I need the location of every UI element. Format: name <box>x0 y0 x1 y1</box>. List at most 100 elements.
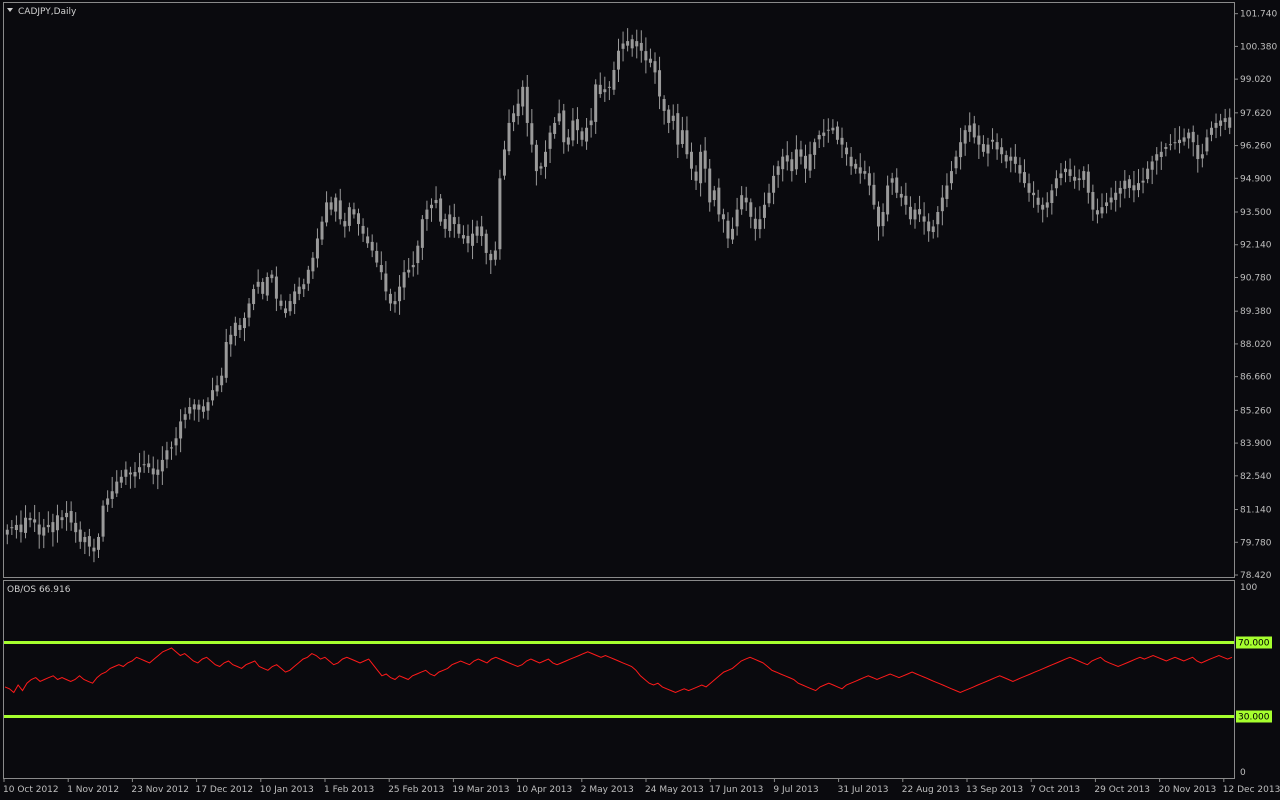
candle-body <box>1146 168 1150 180</box>
candle-body <box>498 178 502 250</box>
candle-body <box>1022 172 1026 184</box>
candle-body <box>14 524 18 531</box>
candle-body <box>1150 161 1154 170</box>
time-tick-label: 24 May 2013 <box>645 785 704 795</box>
candle-body <box>179 421 183 439</box>
candle-body <box>1168 144 1172 146</box>
candle-body <box>963 130 967 144</box>
candle-body <box>945 185 949 199</box>
price-tick-label: 86.660 <box>1240 373 1272 383</box>
candle-body <box>197 404 201 410</box>
candle-body <box>867 173 871 186</box>
candle-body <box>1073 176 1077 181</box>
candle-body <box>1082 171 1086 180</box>
candle-body <box>676 113 680 145</box>
time-tick-label: 22 Aug 2013 <box>902 785 960 795</box>
candle-body <box>699 151 703 184</box>
candle-body <box>138 467 142 473</box>
candle-body <box>252 289 256 305</box>
candle-body <box>785 155 789 162</box>
candle-body <box>398 286 402 302</box>
candle-body <box>1200 154 1204 159</box>
time-tick-label: 7 Oct 2013 <box>1030 785 1080 795</box>
candle-body <box>128 472 132 475</box>
candle-body <box>183 414 187 420</box>
candle-body <box>521 86 525 107</box>
candle-body <box>379 265 383 273</box>
candle-body <box>325 202 329 223</box>
candle-body <box>384 273 388 292</box>
candle-body <box>274 276 278 299</box>
candle-body <box>899 193 903 198</box>
time-tick-label: 1 Feb 2013 <box>324 785 374 795</box>
candle-body <box>571 120 575 141</box>
candle-body <box>539 166 543 169</box>
candle-body <box>101 505 105 537</box>
candle-body <box>475 226 479 236</box>
candle-body <box>343 221 347 227</box>
candle-body <box>388 293 392 304</box>
candle-body <box>904 195 908 205</box>
candle-body <box>712 190 716 201</box>
candle-body <box>42 527 46 536</box>
candle-body <box>83 536 87 543</box>
candle-body <box>493 250 497 260</box>
candle-body <box>772 175 776 193</box>
candle-body <box>78 529 82 542</box>
time-tick-label: 19 Mar 2013 <box>452 785 509 795</box>
candle-body <box>5 529 9 535</box>
candle-body <box>1159 151 1163 157</box>
candle-body <box>881 212 885 227</box>
candle-body <box>534 144 538 172</box>
candle-body <box>936 212 940 225</box>
candle-body <box>927 221 931 232</box>
candle-body <box>1041 204 1045 210</box>
price-tick-label: 97.620 <box>1240 109 1272 119</box>
candle-body <box>1187 132 1191 139</box>
candle-body <box>1068 169 1072 176</box>
price-tick-label: 90.780 <box>1240 273 1272 283</box>
candle-body <box>658 70 662 97</box>
candle-body <box>835 126 839 140</box>
candle-body <box>256 281 260 287</box>
candle-body <box>594 84 598 122</box>
candle-body <box>489 253 493 261</box>
price-tick-label: 89.380 <box>1240 307 1272 317</box>
candle-body <box>46 524 50 528</box>
candle-body <box>653 61 657 73</box>
candle-body <box>261 281 265 294</box>
candle-body <box>749 202 753 217</box>
time-tick-label: 31 Jul 2013 <box>838 785 889 795</box>
candle-body <box>51 522 55 533</box>
candle-body <box>1000 147 1004 155</box>
candle-body <box>434 199 438 204</box>
candle-body <box>562 110 566 143</box>
candle-body <box>370 241 374 251</box>
candle-body <box>188 406 192 414</box>
candle-body <box>804 155 808 169</box>
candle-body <box>858 167 862 174</box>
candle-body <box>1205 137 1209 152</box>
candle-body <box>717 187 721 215</box>
candle-body <box>361 225 365 234</box>
time-tick-label: 12 Dec 2013 <box>1223 785 1280 795</box>
candle-body <box>808 154 812 171</box>
candle-body <box>995 142 999 150</box>
candle-body <box>24 517 28 533</box>
candle-body <box>1091 191 1095 210</box>
candle-body <box>1109 197 1113 203</box>
candle-body <box>302 284 306 290</box>
candle-body <box>940 197 944 212</box>
candle-body <box>981 144 985 152</box>
candle-body <box>1223 118 1227 123</box>
candle-body <box>913 209 917 220</box>
price-tick-label: 92.140 <box>1240 241 1272 251</box>
oscillator-series: 70.000 30.000 <box>4 636 1272 723</box>
dropdown-triangle-icon[interactable] <box>7 8 13 12</box>
candle-body <box>457 224 461 234</box>
candle-body <box>92 547 96 552</box>
level-label: 70.000 <box>1238 639 1270 649</box>
candle-body <box>790 159 794 172</box>
candle-body <box>1013 156 1017 164</box>
candle-body <box>876 206 880 227</box>
